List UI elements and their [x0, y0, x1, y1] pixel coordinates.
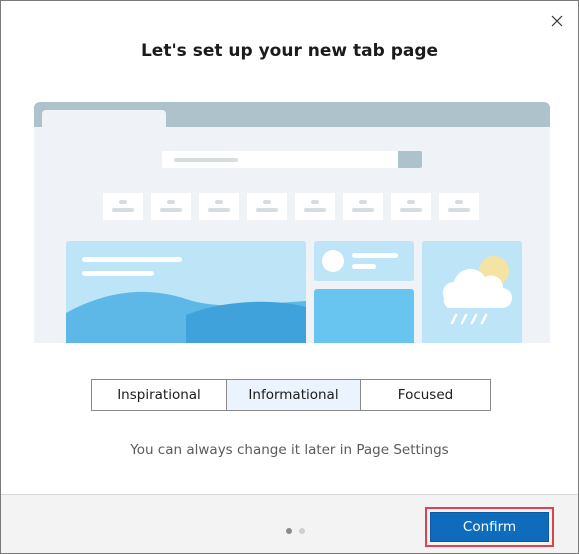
preview-search-button: [398, 151, 422, 168]
preview-search-box: [162, 151, 398, 168]
options-area: Inspirational Informational Focused You …: [1, 343, 578, 494]
preview-quick-link: [199, 193, 239, 220]
landscape-hills-icon: [66, 291, 306, 343]
layout-option-inspirational[interactable]: Inspirational: [92, 380, 226, 410]
preview-quick-link: [247, 193, 287, 220]
close-icon: [551, 15, 563, 27]
preview-news-card: [66, 241, 306, 343]
preview-quick-link: [439, 193, 479, 220]
dialog-title: Let's set up your new tab page: [140, 41, 439, 61]
close-button[interactable]: [547, 11, 567, 31]
preview-browser-tab: [42, 110, 166, 128]
layout-option-focused[interactable]: Focused: [360, 380, 490, 410]
preview-quick-link: [343, 193, 383, 220]
pagination-dot-active: [286, 528, 292, 534]
confirm-button[interactable]: Confirm: [430, 512, 549, 542]
layout-selector: Inspirational Informational Focused: [91, 379, 491, 411]
preview-profile-card: [314, 241, 414, 281]
preview-quick-link: [151, 193, 191, 220]
settings-hint-text: You can always change it later in Page S…: [130, 442, 449, 458]
pagination-dot-inactive: [299, 528, 305, 534]
weather-rain-cloud-icon: [442, 256, 513, 325]
setup-dialog: Let's set up your new tab page Inspirati…: [0, 0, 579, 554]
layout-preview-illustration: [34, 102, 550, 343]
layout-option-informational[interactable]: Informational: [226, 380, 360, 410]
preview-quick-link: [295, 193, 335, 220]
preview-content-card: [314, 289, 414, 343]
preview-quick-link: [103, 193, 143, 220]
dialog-footer: Confirm: [1, 494, 578, 553]
preview-weather-card: [422, 241, 522, 343]
preview-quick-link: [391, 193, 431, 220]
